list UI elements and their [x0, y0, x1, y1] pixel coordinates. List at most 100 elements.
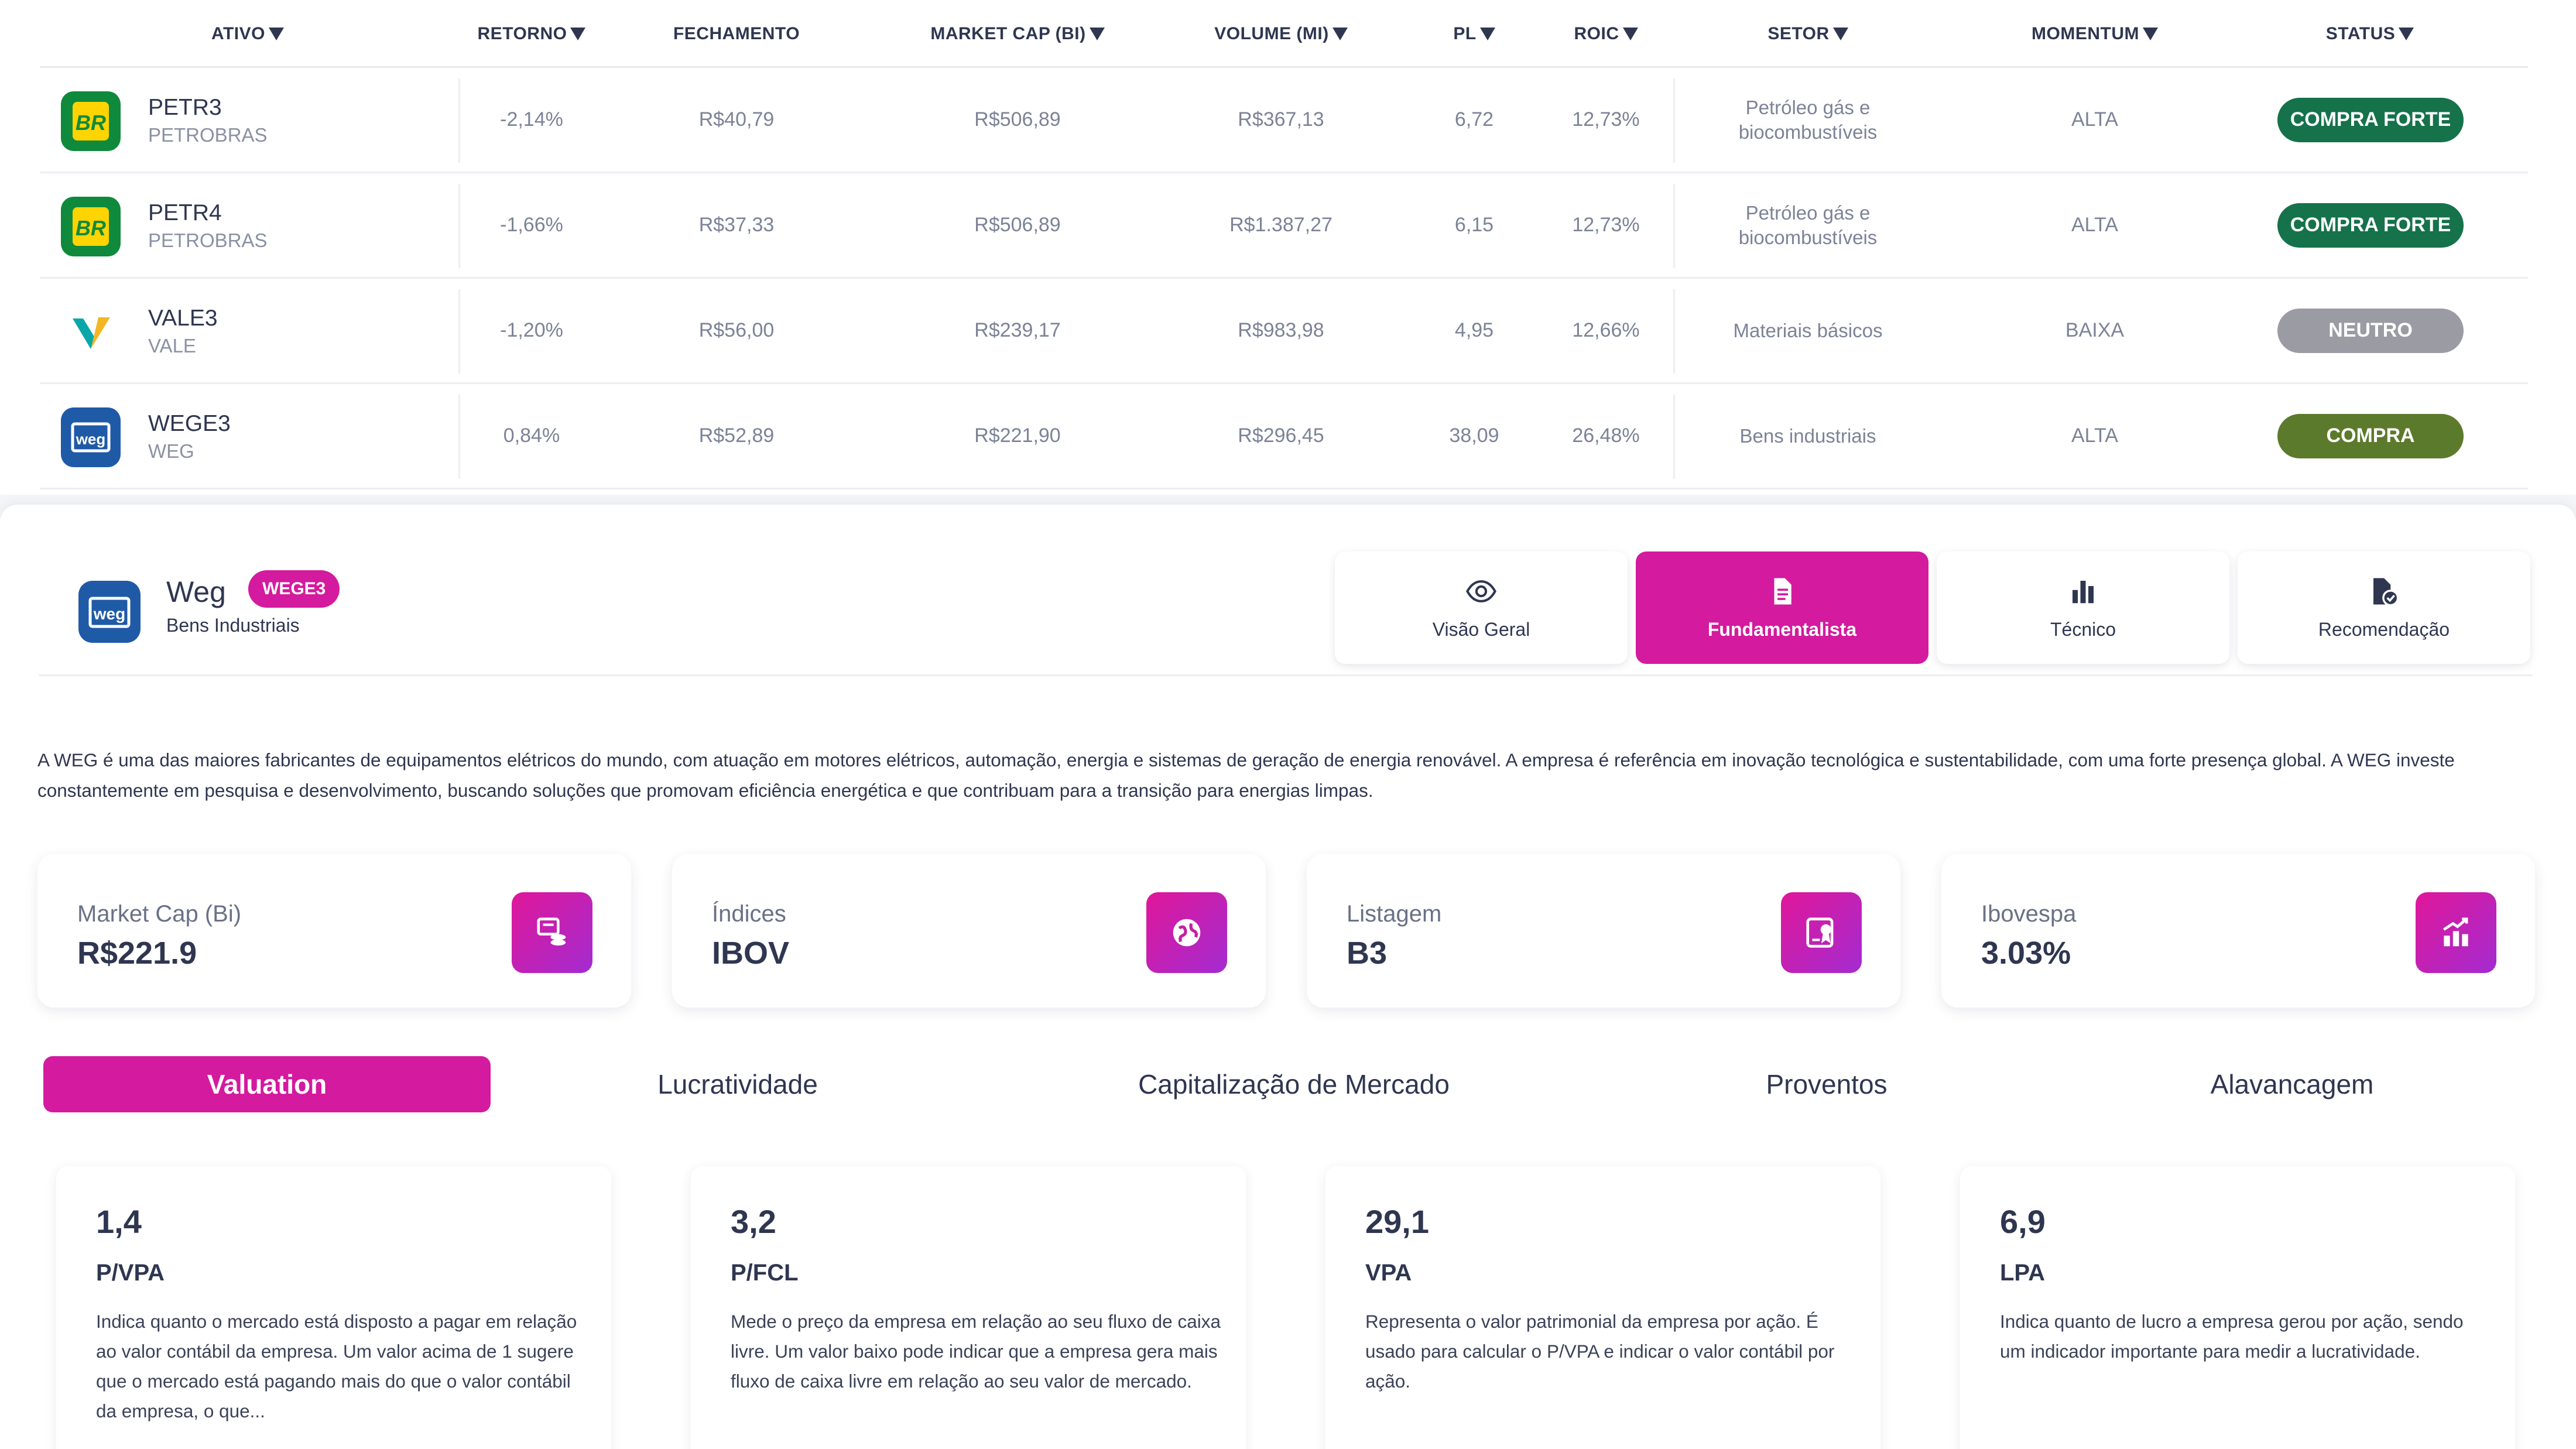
asset-ticker[interactable]: WEGE3: [148, 411, 231, 437]
metric-description: Indica quanto o mercado está disposto a …: [96, 1311, 577, 1421]
sort-icon: [570, 28, 586, 40]
header-momentum[interactable]: MOMENTUM: [2001, 0, 2188, 68]
svg-text:BR: BR: [76, 111, 106, 135]
column-divider: [1673, 78, 1675, 163]
cell-fechamento: R$52,89: [698, 424, 775, 447]
sort-icon: [268, 28, 284, 40]
kpi-value: R$221.9: [77, 936, 197, 971]
cell-market-cap: R$506,89: [974, 214, 1061, 236]
ticker-badge: WEGE3: [248, 570, 340, 608]
cell-retorno: -1,66%: [500, 214, 563, 236]
header-label: VOLUME (MI): [1214, 24, 1329, 43]
status-badge: COMPRA FORTE: [2277, 203, 2464, 248]
globe-icon: [1146, 892, 1227, 973]
metric-description: Mede o preço da empresa em relação ao se…: [731, 1311, 1221, 1392]
kpi-label: Listagem: [1347, 901, 1442, 927]
subtab-alavancagem[interactable]: Alavancagem: [2160, 1056, 2424, 1112]
sort-icon: [1622, 28, 1638, 40]
table-row[interactable]: BR PETR3 PETROBRAS -2,14% R$40,79 R$506,…: [40, 68, 2528, 173]
weg-logo: weg: [78, 581, 141, 643]
metric-name: P/FCL: [731, 1260, 799, 1286]
sort-icon: [2142, 28, 2158, 40]
table-row[interactable]: VALE3 VALE -1,20% R$56,00 R$239,17 R$983…: [40, 279, 2528, 384]
company-detail-panel: weg Weg WEGE3 Bens Industriais Visão Ger…: [0, 505, 2576, 1449]
svg-text:BR: BR: [76, 216, 106, 240]
kpi-card-listagem: Listagem B3: [1307, 854, 1900, 1008]
cell-status: COMPRA: [2277, 384, 2464, 488]
svg-text:weg: weg: [93, 605, 125, 623]
metric-description: Representa o valor patrimonial da empres…: [1365, 1311, 1835, 1392]
weg-logo: weg: [61, 407, 121, 467]
metric-card-lpa: 6,9 LPA Indica quanto de lucro a empresa…: [1960, 1166, 2515, 1449]
cell-roic: 12,73%: [1572, 214, 1640, 236]
tab-recomendacao[interactable]: Recomendação: [2238, 551, 2530, 664]
tab-label: Visão Geral: [1432, 618, 1530, 640]
cell-volume: R$1.387,27: [1229, 214, 1332, 236]
cell-momentum: ALTA: [2071, 108, 2118, 131]
kpi-label: Índices: [712, 901, 786, 927]
header-pl[interactable]: PL: [1445, 0, 1503, 68]
cell-market-cap: R$239,17: [974, 319, 1061, 341]
header-volume[interactable]: VOLUME (MI): [1187, 0, 1375, 68]
subtab-lucratividade[interactable]: Lucratividade: [609, 1056, 866, 1112]
kpi-card-market-cap: Market Cap (Bi) R$221.9: [37, 854, 631, 1008]
cell-roic: 12,73%: [1572, 108, 1640, 131]
cell-momentum: ALTA: [2071, 424, 2118, 447]
bar-chart-icon: [2073, 580, 2094, 603]
header-label: RETORNO: [477, 24, 567, 43]
cell-setor: Bens industriais: [1739, 424, 1876, 447]
cell-roic: 12,66%: [1572, 319, 1640, 341]
tab-tecnico[interactable]: Técnico: [1937, 551, 2229, 664]
kpi-value: B3: [1347, 936, 1388, 971]
cell-setor: Petróleo gás e biocombustíveis: [1738, 201, 1878, 248]
header-ativo[interactable]: ATIVO: [180, 0, 315, 68]
header-roic[interactable]: ROIC: [1562, 0, 1650, 68]
asset-ticker[interactable]: PETR3: [148, 95, 222, 121]
company-sector: Bens Industriais: [166, 615, 300, 636]
header-label: SETOR: [1767, 24, 1830, 43]
asset-name: VALE: [148, 335, 196, 357]
cell-status: COMPRA FORTE: [2277, 173, 2464, 277]
subtab-capitalizacao-de-mercado[interactable]: Capitalização de Mercado: [1089, 1056, 1499, 1112]
header-fechamento[interactable]: FECHAMENTO: [666, 0, 807, 68]
kpi-label: Ibovespa: [1981, 901, 2077, 927]
asset-ticker[interactable]: PETR4: [148, 200, 222, 226]
header-retorno[interactable]: RETORNO: [461, 0, 602, 68]
kpi-card-indices: Índices IBOV: [672, 854, 1266, 1008]
tab-label: Técnico: [2050, 618, 2116, 640]
petrobras-logo: BR: [61, 91, 121, 151]
cell-pl: 38,09: [1449, 424, 1499, 447]
cell-fechamento: R$37,33: [698, 214, 775, 236]
kpi-card-ibovespa: Ibovespa 3.03%: [1941, 854, 2535, 1008]
table-row[interactable]: BR PETR4 PETROBRAS -1,66% R$37,33 R$506,…: [40, 173, 2528, 279]
tab-fundamentalista[interactable]: Fundamentalista: [1636, 551, 1928, 664]
header-setor[interactable]: SETOR: [1755, 0, 1861, 68]
kpi-value: IBOV: [712, 936, 790, 971]
header-status[interactable]: STATUS: [2311, 0, 2428, 68]
eye-icon: [1466, 580, 1496, 602]
subtab-valuation[interactable]: Valuation: [43, 1056, 491, 1112]
column-divider: [458, 289, 460, 374]
header-label: PL: [1453, 24, 1477, 43]
company-description: A WEG é uma das maiores fabricantes de e…: [37, 749, 2455, 801]
cell-market-cap: R$506,89: [974, 108, 1061, 131]
coins-icon: [512, 892, 592, 973]
column-divider: [1673, 289, 1675, 374]
svg-text:weg: weg: [76, 430, 106, 448]
metric-value: 29,1: [1365, 1203, 1429, 1240]
asset-ticker[interactable]: VALE3: [148, 306, 218, 331]
cell-retorno: -1,20%: [500, 319, 563, 341]
sort-icon: [1089, 28, 1105, 40]
tab-label: Fundamentalista: [1707, 618, 1857, 640]
header-market-cap[interactable]: MARKET CAP (BI): [906, 0, 1129, 68]
cell-setor: Materiais básicos: [1733, 319, 1883, 341]
vale-logo: [61, 302, 121, 362]
subtab-proventos[interactable]: Proventos: [1698, 1056, 1955, 1112]
table-row[interactable]: weg WEGE3 WEG 0,84% R$52,89 R$221,90 R$2…: [40, 384, 2528, 489]
metric-card-pvpa: 1,4 P/VPA Indica quanto o mercado está d…: [56, 1166, 611, 1449]
tab-visao-geral[interactable]: Visão Geral: [1335, 551, 1628, 664]
header-label: STATUS: [2325, 24, 2396, 43]
sort-icon: [1479, 28, 1495, 40]
cell-pl: 4,95: [1454, 319, 1494, 341]
sort-icon: [1332, 28, 1348, 40]
